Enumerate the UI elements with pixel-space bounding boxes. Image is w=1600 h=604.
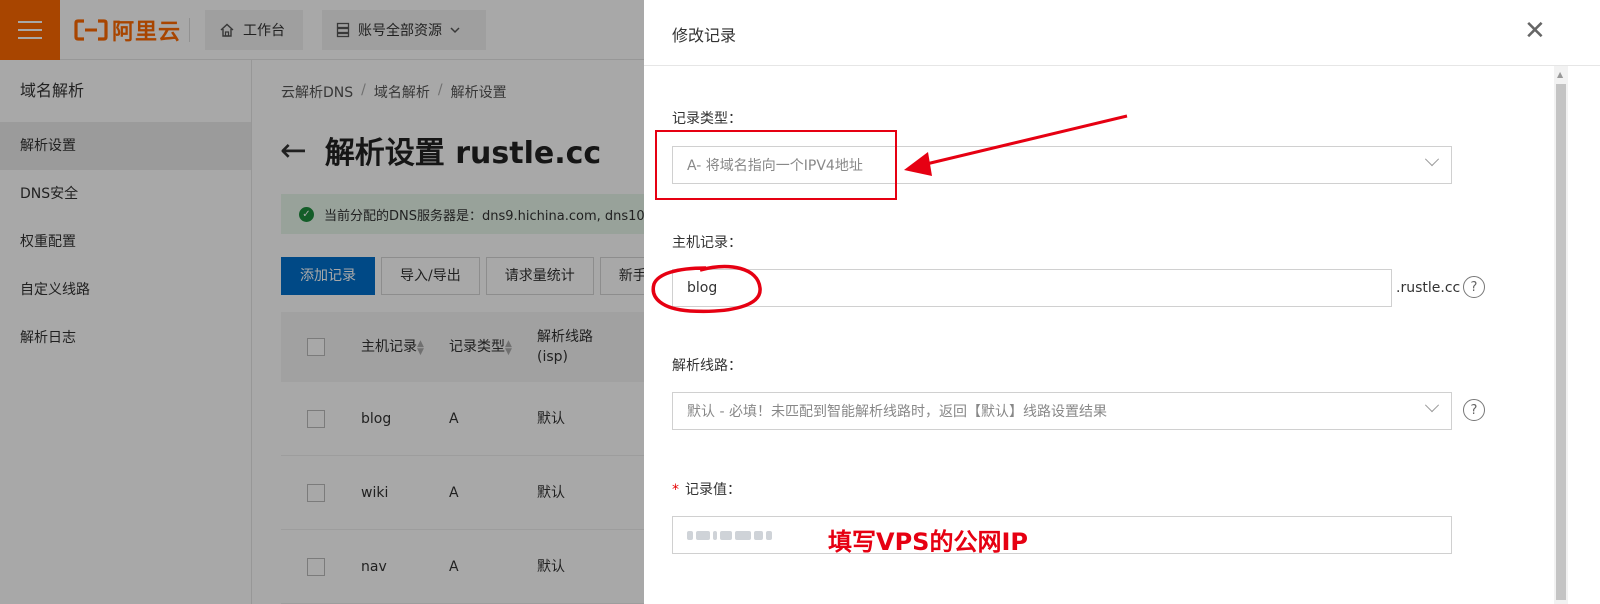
vps-ip-hint: 填写VPS的公网IP bbox=[828, 528, 1028, 556]
annotation-layer bbox=[651, 114, 1128, 314]
host-value-circle bbox=[651, 264, 762, 314]
annotation-arrow bbox=[904, 114, 1128, 176]
